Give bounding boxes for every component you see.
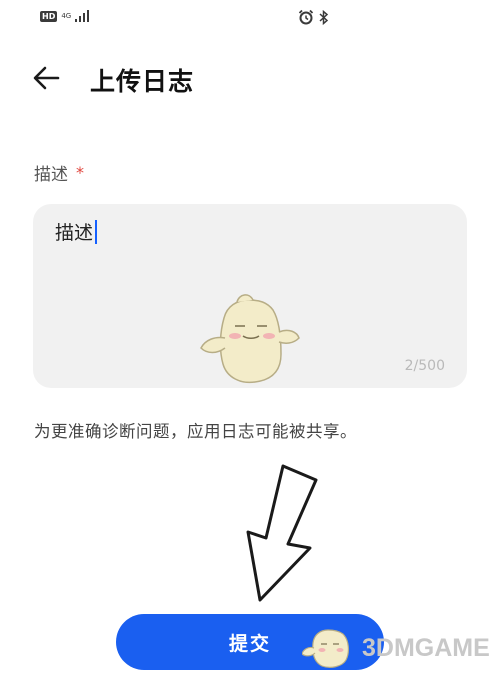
description-input[interactable]: 描述 2/500 <box>33 204 467 388</box>
status-left: HD 4G <box>40 10 91 22</box>
mascot-sticker-icon <box>200 294 300 384</box>
network-type-label: 4G <box>61 11 72 20</box>
page-title: 上传日志 <box>90 67 195 96</box>
status-bar: HD 4G <box>0 0 500 36</box>
back-arrow-icon <box>33 66 60 90</box>
description-value: 描述 <box>55 222 94 244</box>
top-app-bar: 上传日志 <box>0 52 500 104</box>
hd-badge: HD <box>40 10 58 22</box>
log-sharing-hint: 为更准确诊断问题，应用日志可能被共享。 <box>34 422 357 441</box>
description-label-text: 描述 <box>34 165 68 185</box>
required-mark: * <box>76 163 84 182</box>
alarm-icon <box>298 9 314 25</box>
status-right <box>298 9 329 25</box>
bluetooth-icon <box>319 9 329 25</box>
description-input-text[interactable]: 描述 <box>55 218 98 245</box>
annotation-arrow-icon <box>246 464 318 602</box>
text-caret <box>95 219 98 244</box>
description-field-label: 描述 * <box>34 160 84 185</box>
back-button[interactable] <box>28 62 68 94</box>
watermark-mascot-icon <box>302 629 349 668</box>
signal-icon <box>75 10 90 22</box>
watermark-text: 3DMGAME <box>362 633 490 662</box>
watermark: 3DMGAME <box>302 626 490 670</box>
char-counter: 2/500 <box>404 358 445 374</box>
